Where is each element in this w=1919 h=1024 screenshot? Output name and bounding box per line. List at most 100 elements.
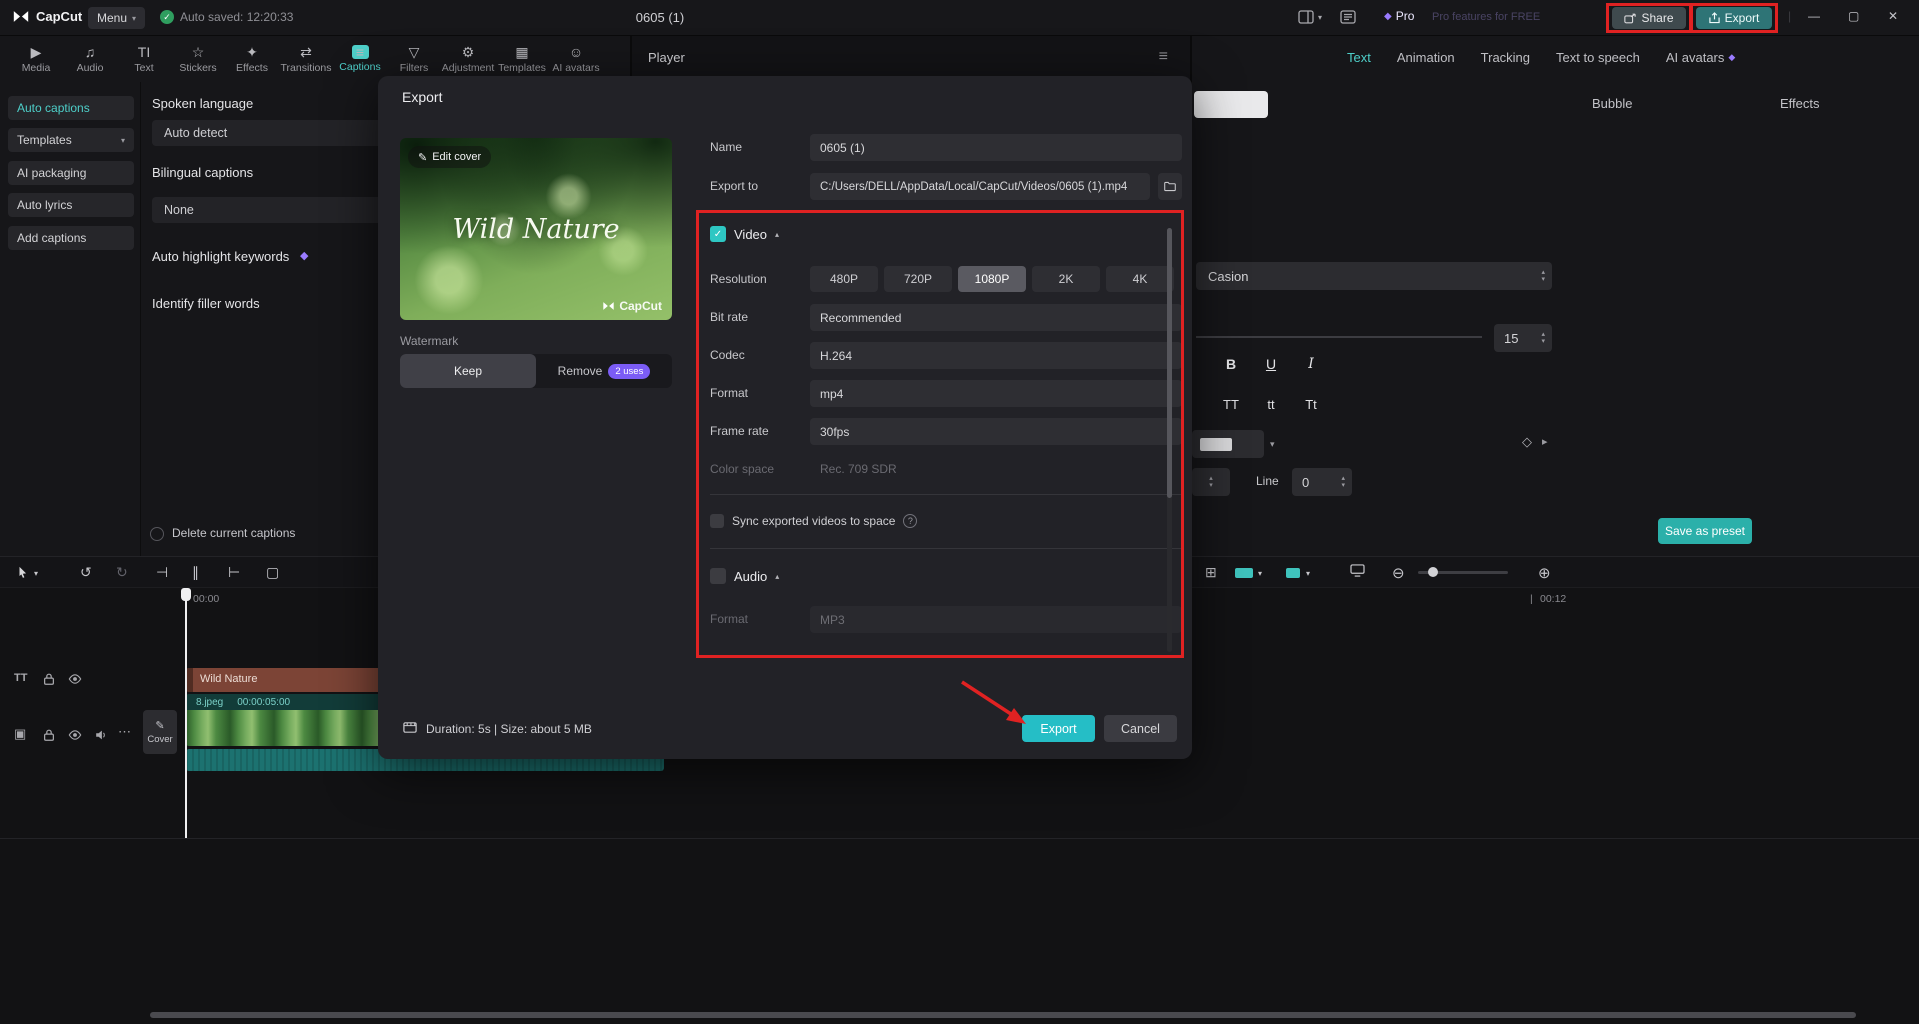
redo-icon[interactable]: ↻ — [116, 564, 128, 581]
minimize-button[interactable]: — — [1808, 9, 1820, 23]
sidebar-item-auto-captions[interactable]: Auto captions — [8, 96, 134, 120]
line-value-input[interactable]: 0 ▴ ▾ — [1292, 468, 1352, 496]
layout-chevron-icon[interactable]: ▾ — [1318, 13, 1322, 22]
track-height-icon[interactable] — [1235, 568, 1253, 578]
tab-ai-avatars-right[interactable]: AI avatars ◆ — [1666, 50, 1735, 65]
resolution-720p[interactable]: 720P — [884, 266, 952, 292]
frames-view-icon[interactable]: ⊞ — [1205, 564, 1217, 581]
playhead[interactable] — [185, 588, 187, 838]
split-icon[interactable]: ∥ — [192, 564, 199, 581]
tab-effects[interactable]: ✦ Effects — [226, 44, 278, 74]
zoom-in-icon[interactable]: ⊕ — [1538, 564, 1551, 582]
video-track-lock-icon[interactable] — [42, 728, 56, 747]
export-button-top[interactable]: Export — [1696, 7, 1772, 29]
sidebar-item-templates[interactable]: Templates ▾ — [8, 128, 134, 152]
video-collapse-icon[interactable]: ▴ — [775, 230, 779, 239]
tab-ai-avatars[interactable]: ☺ AI avatars — [550, 44, 602, 74]
text-track-eye-icon[interactable] — [68, 672, 82, 691]
cover-button[interactable]: ✎ Cover — [143, 710, 177, 754]
tab-text-settings[interactable]: Text — [1347, 50, 1371, 65]
layout-toggle-icon[interactable] — [1298, 10, 1314, 27]
underline-button[interactable]: U — [1254, 350, 1288, 378]
trim-left-icon[interactable]: ⊣ — [156, 564, 168, 581]
delete-captions-checkbox[interactable] — [150, 527, 164, 541]
crop-icon[interactable]: ▢ — [266, 564, 279, 581]
cancel-button[interactable]: Cancel — [1104, 715, 1177, 742]
preview-axis-icon[interactable] — [1350, 564, 1365, 580]
trim-right-icon[interactable]: ⊢ — [228, 564, 240, 581]
audio-format-select[interactable]: MP3▾ — [810, 606, 1182, 633]
bold-button[interactable]: B — [1214, 350, 1248, 378]
font-size-input[interactable]: 15 ▴ ▾ — [1494, 324, 1552, 352]
codec-select[interactable]: H.264▾ — [810, 342, 1182, 369]
titlecase-button[interactable]: Tt — [1294, 390, 1328, 418]
tab-adjustment[interactable]: ⚙ Adjustment — [442, 44, 495, 74]
cursor-chevron-icon[interactable]: ▾ — [34, 569, 38, 578]
size-slider-track[interactable] — [1196, 336, 1482, 338]
resolution-480p[interactable]: 480P — [810, 266, 878, 292]
horizontal-scrollbar[interactable] — [150, 1012, 1856, 1018]
audio-checkbox[interactable] — [710, 568, 726, 584]
browse-folder-button[interactable] — [1158, 173, 1182, 200]
player-menu-icon[interactable]: ≡ — [1159, 48, 1168, 66]
font-size-stepper[interactable]: ▴ ▾ — [1541, 331, 1552, 345]
subtab-effects[interactable]: Effects — [1780, 96, 1820, 111]
tab-captions[interactable]: ≡ Captions — [334, 44, 386, 73]
save-as-preset-button[interactable]: Save as preset — [1658, 518, 1752, 544]
tab-tracking[interactable]: Tracking — [1481, 50, 1530, 65]
pro-badge[interactable]: ◆ Pro — [1384, 9, 1414, 23]
uppercase-button[interactable]: TT — [1214, 390, 1248, 418]
help-icon[interactable]: ? — [903, 514, 918, 528]
font-select[interactable]: Casion ▴ ▾ — [1196, 262, 1552, 290]
tab-transitions[interactable]: ⇄ Transitions — [280, 44, 332, 74]
tab-animation[interactable]: Animation — [1397, 50, 1455, 65]
tab-text-to-speech[interactable]: Text to speech — [1556, 50, 1640, 65]
maximize-button[interactable]: ▢ — [1848, 9, 1859, 23]
resolution-2k[interactable]: 2K — [1032, 266, 1100, 292]
tab-filters[interactable]: ▽ Filters — [388, 44, 440, 74]
video-track-mute-icon[interactable] — [94, 728, 108, 747]
color-chevron-icon[interactable]: ▾ — [1270, 439, 1275, 450]
close-button[interactable]: ✕ — [1888, 9, 1898, 23]
video-track-more-icon[interactable]: ⋯ — [118, 724, 131, 740]
tab-text[interactable]: TI Text — [118, 44, 170, 74]
resolution-1080p[interactable]: 1080P — [958, 266, 1026, 292]
audio-collapse-icon[interactable]: ▴ — [775, 572, 779, 581]
tab-templates[interactable]: ▦ Templates — [496, 44, 548, 74]
sync-checkbox[interactable] — [710, 514, 724, 528]
timeline-zoom-handle[interactable] — [1428, 567, 1438, 577]
dialog-scrollbar[interactable] — [1167, 228, 1172, 652]
stroke-diamond-icon[interactable]: ◇ — [1522, 434, 1532, 450]
text-color-select[interactable] — [1192, 430, 1264, 458]
resolution-4k[interactable]: 4K — [1106, 266, 1174, 292]
export-path-input[interactable]: C:/Users/DELL/AppData/Local/CapCut/Video… — [810, 173, 1150, 200]
export-confirm-button[interactable]: Export — [1022, 715, 1095, 742]
watermark-remove-button[interactable]: Remove 2 uses — [536, 354, 672, 388]
sidebar-item-auto-lyrics[interactable]: Auto lyrics — [8, 193, 134, 217]
tab-media[interactable]: ▶ Media — [10, 44, 62, 74]
dialog-scrollbar-thumb[interactable] — [1167, 228, 1172, 498]
video-track-eye-icon[interactable] — [68, 728, 82, 747]
edit-cover-button[interactable]: ✎ Edit cover — [408, 146, 492, 168]
italic-button[interactable]: I — [1294, 350, 1328, 378]
sidebar-item-ai-packaging[interactable]: AI packaging — [8, 161, 134, 185]
framerate-select[interactable]: 30fps▾ — [810, 418, 1182, 445]
line-stepper-left[interactable]: ▴ ▾ — [1192, 468, 1230, 496]
bitrate-select[interactable]: Recommended▾ — [810, 304, 1182, 331]
panel-list-icon[interactable] — [1340, 10, 1356, 27]
share-button[interactable]: Share — [1612, 7, 1686, 29]
clip-left-handle[interactable] — [186, 668, 193, 692]
watermark-keep-button[interactable]: Keep — [400, 354, 536, 388]
format-select[interactable]: mp4▾ — [810, 380, 1182, 407]
video-checkbox[interactable]: ✓ — [710, 226, 726, 242]
stroke-chevron-icon[interactable]: ▸ — [1542, 435, 1548, 448]
audio-view-chevron-icon[interactable]: ▾ — [1306, 569, 1310, 578]
tab-audio[interactable]: ♫ Audio — [64, 44, 116, 74]
subtab-selected-pill[interactable] — [1194, 91, 1268, 118]
select-cursor-icon[interactable] — [16, 565, 30, 583]
lowercase-button[interactable]: tt — [1254, 390, 1288, 418]
text-track-lock-icon[interactable] — [42, 672, 56, 691]
audio-view-icon[interactable] — [1286, 568, 1300, 578]
name-input[interactable]: 0605 (1) — [810, 134, 1182, 161]
tab-stickers[interactable]: ☆ Stickers — [172, 44, 224, 74]
